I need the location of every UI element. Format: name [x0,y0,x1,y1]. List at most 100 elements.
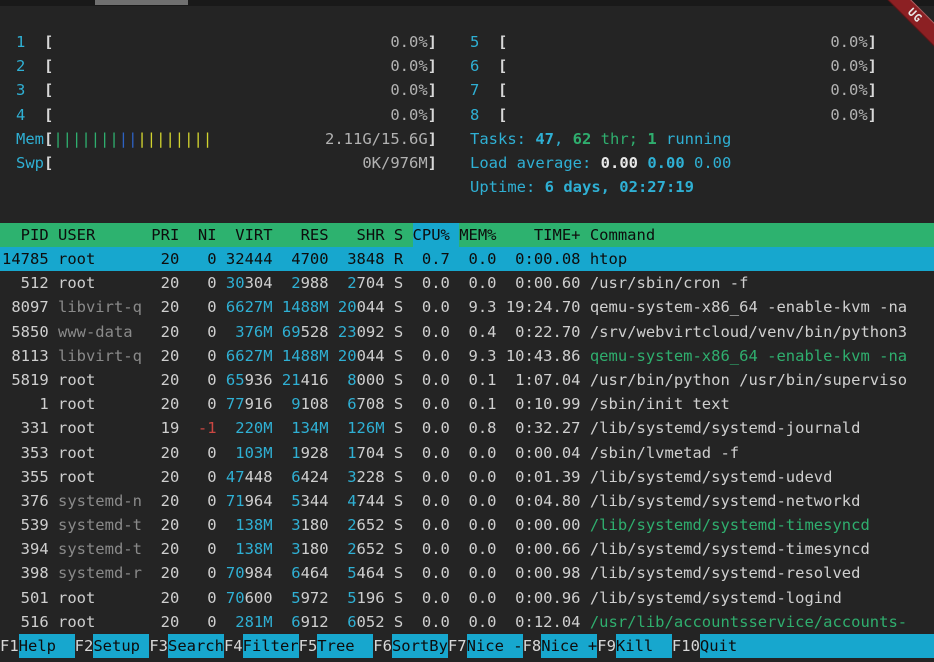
value-low-digits: 528 [301,323,329,341]
tasks-line: Tasks: 47, 62 thr; 1 running [470,127,877,151]
nice-value: 0 [207,516,216,534]
cell-command: /lib/systemd/systemd-networkd [590,489,934,513]
cell-cpu: 0.0 [413,416,460,440]
fkey-help-button[interactable]: F1Help [0,634,75,658]
fkey-sortby-button[interactable]: F6SortBy [373,634,448,658]
column-header-res[interactable]: RES [282,223,338,247]
nice-value: 0 [207,347,216,365]
fkey-number: F7 [448,634,467,658]
column-header-pid[interactable]: PID [2,223,58,247]
process-row[interactable]: 5819root20065936214168000S0.00.11:07.04/… [0,368,934,392]
cell-command: /lib/systemd/systemd-timesyncd [590,513,934,537]
fkey-tree-button[interactable]: F5Tree [299,634,374,658]
column-header-mem[interactable]: MEM% [459,223,506,247]
fkey-kill-button[interactable]: F9Kill [597,634,672,658]
cell-pid: 5850 [2,320,58,344]
nice-value: 0 [207,492,216,510]
column-header-pri[interactable]: PRI [151,223,188,247]
blue-bar: | [119,130,128,148]
value-low-digits: 704 [357,444,385,462]
cell-time: 0:22.70 [506,320,590,344]
cell-virt: 70600 [226,586,282,610]
cell-time: 19:24.70 [506,295,590,319]
cpu-meter-label: 6 [470,54,498,78]
cell-virt: 138M [226,513,282,537]
process-row[interactable]: 355root2004744864243228S0.00.00:01.39/li… [0,465,934,489]
value-low-digits: 744 [357,492,385,510]
cell-cpu: 0.0 [413,441,460,465]
cell-virt: 32444 [226,247,282,271]
cell-mem: 0.0 [459,513,506,537]
cell-shr: 2652 [338,513,394,537]
cell-command: /usr/bin/python /usr/bin/superviso [590,368,934,392]
column-header-virt[interactable]: VIRT [226,223,282,247]
cpu-meter-label: 8 [470,103,498,127]
cell-ni: 0 [189,392,226,416]
cell-pid: 1 [2,392,58,416]
command-text: qemu-system-x86_64 -enable-kvm -na [590,298,907,316]
value-low-digits: 108 [301,395,329,413]
process-row[interactable]: 512root2003030429882704S0.00.00:00.60/us… [0,271,934,295]
process-row[interactable]: 394systemd-t200138M31802652S0.00.00:00.6… [0,537,934,561]
cell-cpu: 0.0 [413,368,460,392]
meter-open-bracket: [ [498,78,507,102]
value-high-digits: 9 [291,395,300,413]
user-name: systemd-t [58,516,142,534]
meter-close-bracket: ] [868,30,877,54]
command-text: /lib/systemd/systemd-resolved [590,564,861,582]
cell-mem: 0.0 [459,489,506,513]
load-average-line: Load average: 0.00 0.00 0.00 [470,151,877,175]
cell-user: root [58,441,151,465]
cpu-meter-8: 8[0.0%] [470,103,877,127]
cpu-meter-label: 5 [470,30,498,54]
fkey-filter-button[interactable]: F4Filter [224,634,299,658]
command-text: /lib/systemd/systemd-logind [590,589,842,607]
yellow-bar: | [193,130,202,148]
cell-mem: 0.0 [459,271,506,295]
command-text: qemu-system-x86_64 -enable-kvm -na [590,347,907,365]
fkey-number: F10 [672,634,700,658]
cell-res: 5972 [282,586,338,610]
cell-pid: 353 [2,441,58,465]
cell-ni: 0 [189,271,226,295]
fkey-search-button[interactable]: F3Search [149,634,224,658]
column-header-ni[interactable]: NI [189,223,226,247]
column-header-time[interactable]: TIME+ [506,223,590,247]
process-row[interactable]: 501root2007060059725196S0.00.00:00.96/li… [0,586,934,610]
process-row[interactable]: 8097libvirt-q2006627M1488M20044S0.09.319… [0,295,934,319]
cell-command: /usr/sbin/cron -f [590,271,934,295]
cell-shr: 1704 [338,441,394,465]
cell-ni: 0 [189,465,226,489]
value-high-digits: 2 [347,516,356,534]
process-row[interactable]: 516root200281M69126052S0.00.00:12.04/usr… [0,610,934,634]
process-row[interactable]: 14785root2003244447003848R0.70.00:00.08h… [0,247,934,271]
cell-res: 3180 [282,513,338,537]
column-header-command[interactable]: Command [590,223,934,247]
fkey-nice-button[interactable]: F7Nice - [448,634,523,658]
fkey-number: F4 [224,634,243,658]
fkey-setup-button[interactable]: F2Setup [75,634,150,658]
value-low-digits: 916 [245,395,273,413]
process-row[interactable]: 539systemd-t200138M31802652S0.00.00:00.0… [0,513,934,537]
process-row[interactable]: 398systemd-r2007098464645464S0.00.00:00.… [0,561,934,585]
cell-ni: 0 [189,441,226,465]
process-row[interactable]: 331root19-1220M134M126MS0.00.80:32.27/li… [0,416,934,440]
fkey-nice-button[interactable]: F8Nice + [523,634,598,658]
fkey-quit-button[interactable]: F10Quit [672,634,934,658]
process-table: 14785root2003244447003848R0.70.00:00.08h… [0,247,934,634]
meter-close-bracket: ] [428,30,437,54]
cell-pid: 512 [2,271,58,295]
cell-user: systemd-t [58,513,151,537]
process-row[interactable]: 5850www-data200376M6952823092S0.00.40:22… [0,320,934,344]
column-header-cpu[interactable]: CPU% [413,223,460,247]
column-header-shr[interactable]: SHR [338,223,394,247]
column-header-user[interactable]: USER [58,223,151,247]
value-high-digits: 2 [347,540,356,558]
process-row[interactable]: 353root200103M19281704S0.00.00:00.04/sbi… [0,441,934,465]
process-row[interactable]: 8113libvirt-q2006627M1488M20044S0.09.310… [0,344,934,368]
command-text: /usr/sbin/cron -f [590,274,749,292]
process-row[interactable]: 1root2007791691086708S0.00.10:10.99/sbin… [0,392,934,416]
column-header-s[interactable]: S [394,223,413,247]
meters-left-column: 1[0.0%]2[0.0%]3[0.0%]4[0.0%] Mem[|||||||… [16,30,437,175]
process-row[interactable]: 376systemd-n2007196453444744S0.00.00:04.… [0,489,934,513]
